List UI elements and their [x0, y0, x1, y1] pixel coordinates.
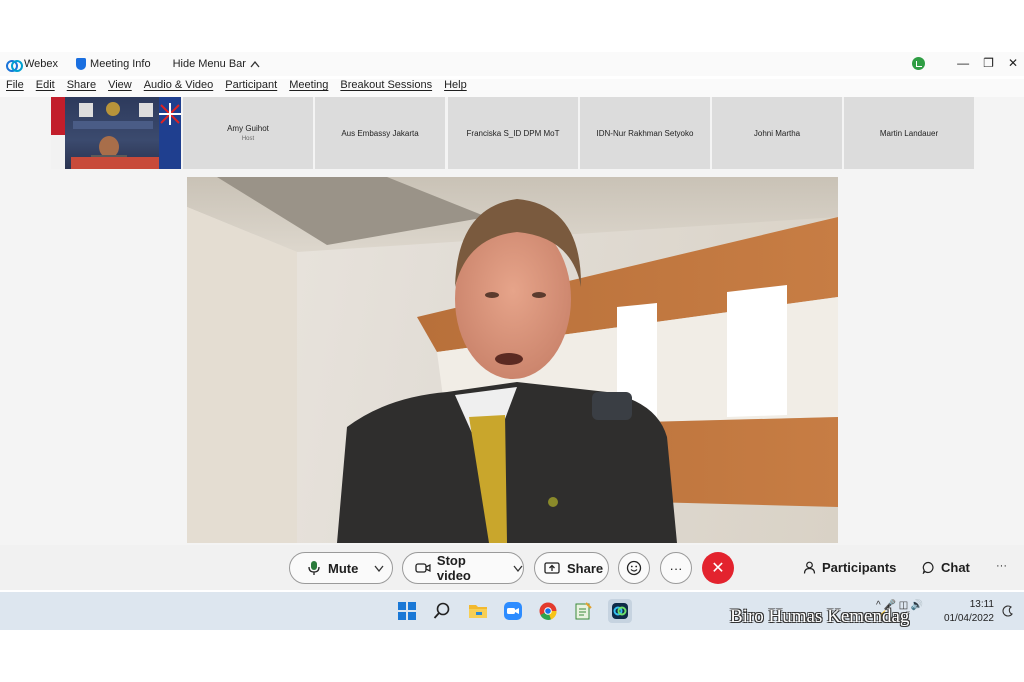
- menu-participant[interactable]: Participant: [225, 79, 277, 97]
- participant-tile[interactable]: IDN-Nur Rakhman Setyoko: [580, 97, 710, 169]
- speaker-video-image: [187, 177, 838, 543]
- microphone-icon: [308, 561, 320, 575]
- host-badge: Host: [241, 136, 255, 142]
- video-thumbnail-image: [51, 97, 181, 169]
- chevron-down-icon[interactable]: [513, 565, 523, 572]
- chrome-browser-icon[interactable]: [538, 601, 558, 621]
- reactions-button[interactable]: [618, 552, 650, 584]
- menu-meeting[interactable]: Meeting: [289, 79, 328, 97]
- zoom-app-icon[interactable]: [503, 601, 523, 621]
- chat-bubble-icon: [922, 561, 934, 574]
- person-icon: [803, 561, 816, 574]
- participant-tile[interactable]: Johni Martha: [712, 97, 842, 169]
- close-button[interactable]: ✕: [1008, 56, 1018, 70]
- more-icon: ···: [669, 560, 683, 576]
- minimize-button[interactable]: —: [957, 56, 969, 70]
- windows-start-icon[interactable]: [397, 601, 417, 621]
- clock-date: 01/04/2022: [943, 613, 994, 624]
- share-button[interactable]: Share: [534, 552, 609, 584]
- participant-tile[interactable]: Aus Embassy Jakarta: [315, 97, 445, 169]
- video-camera-icon: [415, 563, 431, 573]
- participants-button[interactable]: Participants: [803, 560, 896, 575]
- menu-edit[interactable]: Edit: [36, 79, 55, 97]
- restore-button[interactable]: ❐: [983, 56, 994, 70]
- participant-tile[interactable]: Franciska S_ID DPM MoT: [448, 97, 578, 169]
- participant-tile[interactable]: Martin Landauer: [844, 97, 974, 169]
- menu-share[interactable]: Share: [67, 79, 96, 97]
- webex-logo-icon: [6, 59, 23, 72]
- emoji-icon: [626, 560, 642, 576]
- menu-breakout-sessions[interactable]: Breakout Sessions: [340, 79, 432, 97]
- active-speaker-video[interactable]: [187, 177, 838, 543]
- search-icon[interactable]: [432, 601, 452, 621]
- app-name: Webex: [24, 58, 59, 70]
- menu-audio-video[interactable]: Audio & Video: [144, 79, 214, 97]
- app-title: Webex: [6, 58, 59, 72]
- share-screen-icon: [544, 562, 560, 574]
- menu-help[interactable]: Help: [444, 79, 467, 97]
- more-icon: ···: [996, 560, 1007, 572]
- overflow-menu-button[interactable]: ···: [996, 560, 1007, 572]
- menu-bar: File Edit Share View Audio & Video Parti…: [0, 79, 1024, 97]
- shield-icon: [76, 58, 87, 70]
- hide-menu-bar-button[interactable]: Hide Menu Bar: [173, 58, 260, 70]
- participant-tile[interactable]: Amy Guihot Host: [183, 97, 313, 169]
- connection-status-icon[interactable]: [912, 56, 926, 70]
- title-bar: Webex Meeting Info Hide Menu Bar — ❐ ✕: [0, 52, 1024, 76]
- chevron-down-icon[interactable]: [374, 565, 384, 572]
- system-clock[interactable]: 13:11 01/04/2022: [942, 598, 994, 626]
- menu-view[interactable]: View: [108, 79, 132, 97]
- watermark-caption: Biro Humas Kemendag: [730, 606, 910, 627]
- video-thumbnail[interactable]: [51, 97, 181, 169]
- meeting-info-button[interactable]: Meeting Info: [76, 58, 151, 70]
- stop-video-button[interactable]: Stop video: [402, 552, 524, 584]
- leave-meeting-button[interactable]: ✕: [702, 552, 734, 584]
- file-explorer-icon[interactable]: [468, 601, 488, 621]
- notifications-icon[interactable]: [998, 601, 1018, 621]
- notepad-app-icon[interactable]: [573, 601, 593, 621]
- chevron-up-icon: [250, 60, 260, 67]
- webex-app-icon[interactable]: [608, 599, 632, 623]
- more-options-button[interactable]: ···: [660, 552, 692, 584]
- close-icon: ✕: [711, 560, 725, 577]
- menu-file[interactable]: File: [6, 79, 24, 97]
- mute-button[interactable]: Mute: [289, 552, 393, 584]
- clock-time: 13:11: [969, 599, 994, 610]
- chat-button[interactable]: Chat: [922, 560, 970, 575]
